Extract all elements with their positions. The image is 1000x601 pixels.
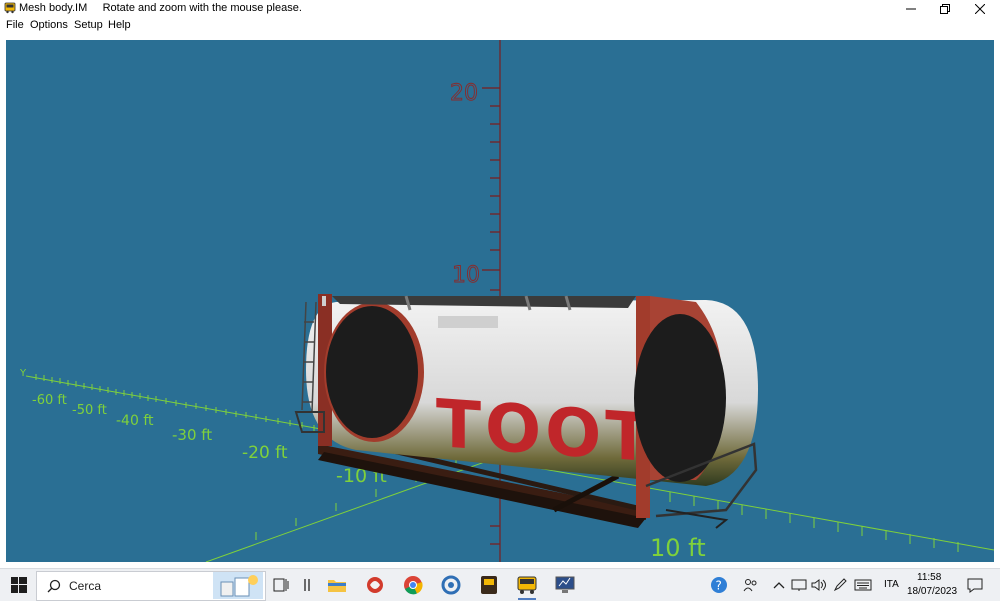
start-button[interactable] <box>6 572 32 598</box>
app-red-button[interactable] <box>362 572 388 598</box>
svg-text:?: ? <box>716 579 722 593</box>
notifications-button[interactable] <box>962 572 988 598</box>
widget-button[interactable] <box>294 572 320 598</box>
blue-ring-icon <box>441 575 461 595</box>
clock-date[interactable]: 18/07/2023 <box>907 586 957 597</box>
depth-label-40: -40 ft <box>116 413 154 429</box>
chrome-button[interactable] <box>400 572 426 598</box>
search-highlight-image-icon <box>213 572 263 599</box>
task-view-icon <box>273 578 289 592</box>
chrome-icon <box>404 576 423 595</box>
menu-file[interactable]: File <box>6 19 24 31</box>
menu-setup[interactable]: Setup <box>74 19 103 31</box>
restore-button[interactable] <box>928 0 962 18</box>
app-bus-icon <box>4 2 16 14</box>
tank-data-plate <box>438 316 498 328</box>
people-tray-button[interactable] <box>738 572 764 598</box>
task-view-button[interactable] <box>268 572 294 598</box>
search-input[interactable]: Cerca <box>36 571 266 601</box>
file-explorer-button[interactable] <box>324 572 350 598</box>
volume-icon <box>811 579 826 591</box>
notification-icon <box>967 578 983 593</box>
search-icon <box>47 579 61 593</box>
depth-label-60: -60 ft <box>32 393 67 408</box>
red-swirl-icon <box>367 577 383 593</box>
depth-label-30: -30 ft <box>172 426 212 444</box>
language-indicator[interactable]: ITA <box>884 579 899 590</box>
close-button[interactable] <box>963 0 997 18</box>
app-bus-dark-button[interactable] <box>476 572 502 598</box>
minimize-button[interactable] <box>894 0 928 18</box>
window-message: Rotate and zoom with the mouse please. <box>102 2 302 14</box>
menu-help[interactable]: Help <box>108 19 131 31</box>
vertical-label-20: 20 <box>450 81 478 106</box>
windows-logo-icon <box>11 577 27 593</box>
pen-icon <box>833 578 847 592</box>
minimize-icon <box>906 8 916 10</box>
horizontal-axis-label: 10 ft <box>650 534 706 562</box>
tank-container-model: TOOT <box>294 294 758 529</box>
people-icon <box>743 579 757 592</box>
window-title: Mesh body.IM Rotate and zoom with the mo… <box>19 2 302 14</box>
dark-bus-icon <box>481 576 497 594</box>
keyboard-icon <box>854 579 872 591</box>
menu-options[interactable]: Options <box>30 19 68 31</box>
keyboard-tray-button[interactable] <box>850 572 876 598</box>
scene-canvas: Y -60 ft -50 ft -40 ft -30 ft -20 ft -10… <box>19 40 994 562</box>
title-bar[interactable]: Mesh body.IM Rotate and zoom with the mo… <box>0 0 1000 18</box>
app-name: Mesh body.IM <box>19 2 88 14</box>
help-icon: ? <box>711 577 727 593</box>
3d-viewport[interactable]: Y -60 ft -50 ft -40 ft -30 ft -20 ft -10… <box>6 40 994 562</box>
y-axis-letter: Y <box>19 368 27 379</box>
network-icon <box>791 579 807 591</box>
restore-icon <box>940 4 950 14</box>
app-monitor-button[interactable] <box>552 572 578 598</box>
folder-icon <box>328 580 346 592</box>
pause-bars-icon <box>304 579 310 591</box>
depth-label-50: -50 ft <box>72 403 107 418</box>
app-bus-active-button[interactable] <box>514 572 540 600</box>
menu-bar: File Options Setup Help <box>0 18 1000 34</box>
help-tray-button[interactable]: ? <box>706 572 732 598</box>
taskbar: Cerca ? ITA 11:58 18/07/2023 <box>0 568 1000 601</box>
clock-time[interactable]: 11:58 <box>917 572 941 583</box>
close-icon <box>975 4 985 14</box>
vertical-label-10: 10 <box>452 263 480 288</box>
app-blue-circle-button[interactable] <box>438 572 464 598</box>
depth-label-20: -20 ft <box>242 443 288 463</box>
monitor-icon <box>555 576 575 593</box>
chevron-up-icon <box>773 582 785 589</box>
bus-icon <box>517 576 537 594</box>
search-placeholder: Cerca <box>69 579 102 593</box>
tank-lettering: TOOT <box>436 385 654 477</box>
